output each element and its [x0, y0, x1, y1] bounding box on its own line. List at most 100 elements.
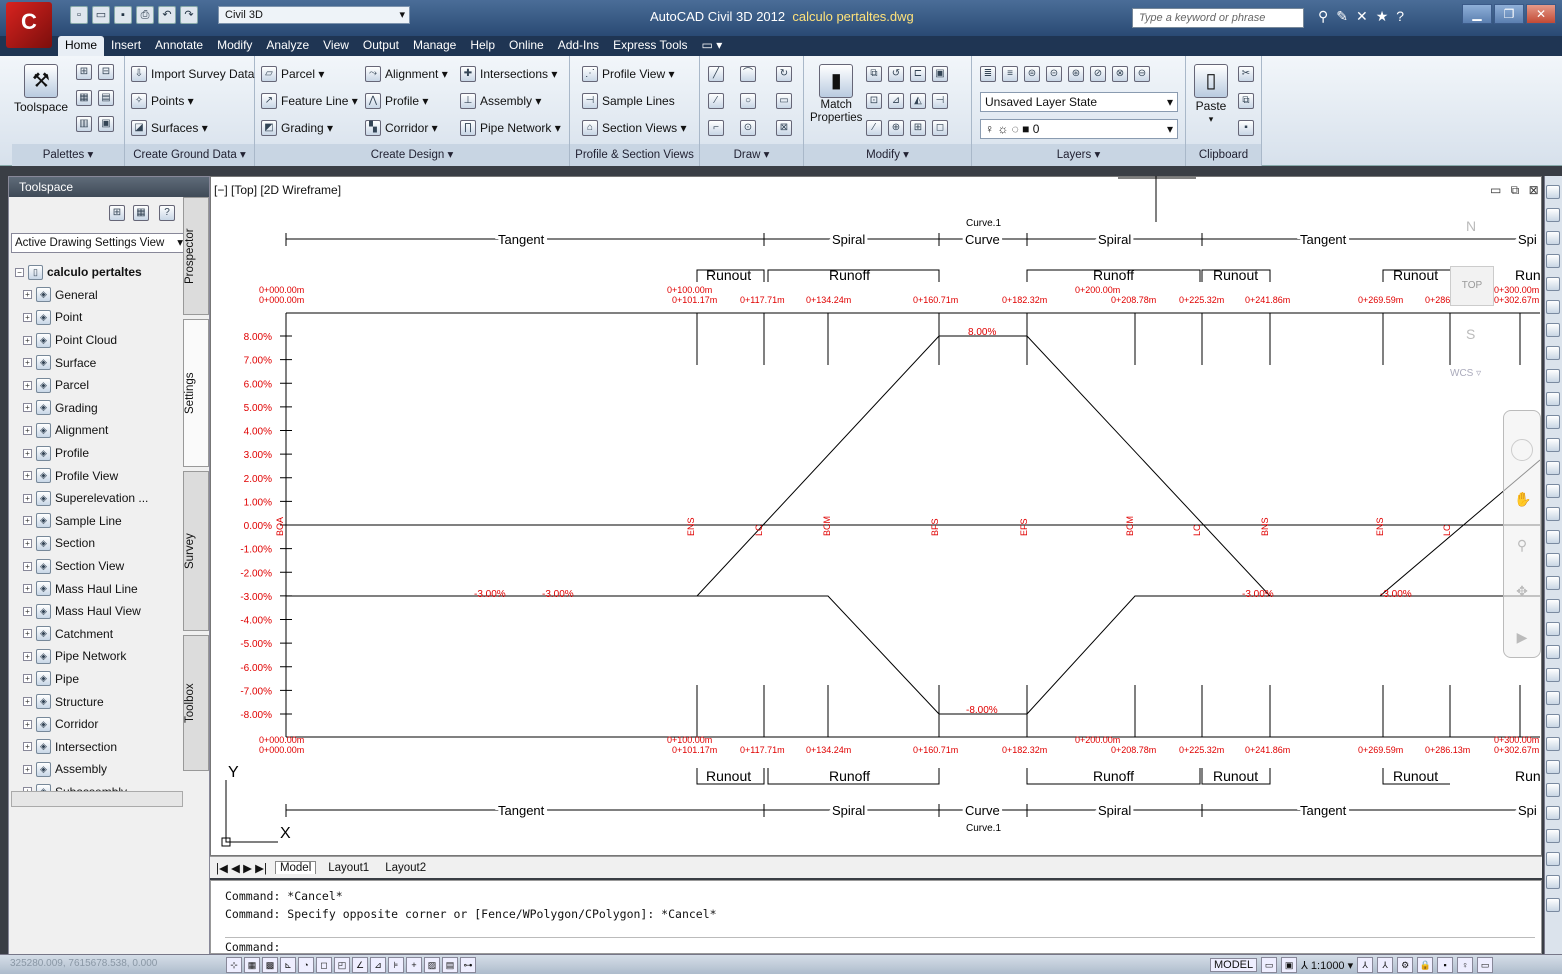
expand-icon[interactable]: + — [23, 290, 32, 300]
expand-icon[interactable]: + — [23, 742, 32, 752]
tree-item[interactable]: + ◈ Assembly — [15, 758, 185, 781]
profile-section-views-title[interactable]: Profile & Section Views — [570, 144, 699, 166]
tree-item[interactable]: + ◈ Profile View — [15, 464, 185, 487]
mirror-icon[interactable]: ⊿ — [888, 93, 904, 109]
tree-item[interactable]: + ◈ Parcel — [15, 374, 185, 397]
tree-item[interactable]: + ◈ Mass Haul View — [15, 600, 185, 623]
tree-item[interactable]: + ◈ Section View — [15, 555, 185, 578]
rotate-icon[interactable]: ↺ — [888, 66, 904, 82]
infer-constraints-icon[interactable]: ⊹ — [226, 957, 242, 973]
tool-icon[interactable] — [1546, 875, 1560, 889]
copy-icon[interactable]: ⧉ — [866, 66, 882, 82]
tab-toolbox[interactable]: Toolbox — [183, 635, 209, 771]
tab-layout2[interactable]: Layout2 — [381, 862, 430, 874]
view-cube[interactable]: N TOP S WCS ▿ — [1440, 210, 1532, 390]
tool-icon[interactable] — [1546, 369, 1560, 383]
arc-icon[interactable]: ⌒ — [740, 66, 756, 82]
layer-properties-icon[interactable]: ≣ — [980, 66, 996, 82]
tool-icon[interactable] — [1546, 760, 1560, 774]
tree-item[interactable]: + ◈ Intersection — [15, 735, 185, 758]
expand-icon[interactable]: + — [23, 629, 32, 639]
tool-palette-icon[interactable]: ▦ — [76, 90, 92, 106]
corridor-button[interactable]: ▚ Corridor ▾ — [365, 120, 438, 136]
tool-icon[interactable] — [1546, 484, 1560, 498]
polyline-icon[interactable]: ⌐ — [708, 120, 724, 136]
tool-icon[interactable] — [1546, 668, 1560, 682]
paste-button[interactable]: ▯ Paste ▾ — [1194, 64, 1228, 125]
wcs-menu[interactable]: WCS ▿ — [1450, 368, 1481, 379]
collapse-icon[interactable]: − — [15, 267, 24, 277]
layer-palette-icon[interactable]: ▥ — [76, 116, 92, 132]
viewcube-south[interactable]: S — [1466, 326, 1475, 342]
layer-isolate-icon[interactable]: ⊜ — [1024, 66, 1040, 82]
array-icon[interactable]: ▣ — [932, 66, 948, 82]
tab-online[interactable]: Online — [502, 36, 551, 56]
ellipse-icon[interactable]: ⊙ — [740, 120, 756, 136]
expand-icon[interactable]: + — [23, 448, 32, 458]
panorama-icon[interactable]: ▣ — [98, 116, 114, 132]
hatch-icon[interactable]: ⁄ — [708, 93, 724, 109]
layer-state-select[interactable]: Unsaved Layer State ▾ — [980, 92, 1178, 112]
favorites-icon[interactable]: ★ — [1376, 8, 1389, 25]
print-icon[interactable]: ⎙ — [136, 6, 154, 24]
tool-icon[interactable] — [1546, 254, 1560, 268]
tree-item[interactable]: + ◈ Surface — [15, 351, 185, 374]
tool-icon[interactable] — [1546, 231, 1560, 245]
viewport-window-controls[interactable]: ▭ ⧉ ⊠ — [1490, 183, 1542, 198]
tree-item[interactable]: +◈Subassembly — [15, 781, 185, 791]
tab-layout1[interactable]: Layout1 — [324, 862, 373, 874]
expand-icon[interactable]: + — [23, 538, 32, 548]
redo-icon[interactable]: ↷ — [180, 6, 198, 24]
auto-scale-icon[interactable]: ⅄ — [1377, 957, 1394, 973]
tool-icon[interactable] — [1546, 576, 1560, 590]
tree-item[interactable]: + ◈ Section — [15, 532, 185, 555]
current-layer-select[interactable]: ♀ ☼ ◌ ■ 0 ▾ — [980, 119, 1178, 139]
profile-button[interactable]: ⋀ Profile ▾ — [365, 93, 428, 109]
section-views-button[interactable]: ⌂ Section Views ▾ — [582, 120, 687, 136]
exchange-icon[interactable]: ✕ — [1356, 8, 1368, 25]
snap-mode-icon[interactable]: ▦ — [244, 957, 260, 973]
dynamic-input-icon[interactable]: ⊧ — [388, 957, 404, 973]
coordinates-readout[interactable]: 325280.009, 7615678.538, 0.000 — [10, 958, 157, 969]
tool-icon[interactable] — [1546, 438, 1560, 452]
match-clip-icon[interactable]: ▪ — [1238, 120, 1254, 136]
binoculars-icon[interactable]: ⚲ — [1318, 8, 1328, 25]
superelevation-diagram[interactable]: Tangent Spiral Curve Spiral Tangent Spi … — [210, 176, 1542, 856]
circle-icon[interactable]: ○ — [740, 93, 756, 109]
tool-icon[interactable] — [1546, 185, 1560, 199]
rectangle-icon[interactable]: ▭ — [776, 93, 792, 109]
orbit-icon[interactable]: ✥ — [1514, 583, 1530, 599]
tab-insert[interactable]: Insert — [104, 36, 148, 56]
surfaces-button[interactable]: ◪ Surfaces ▾ — [131, 120, 208, 136]
lineweight-icon[interactable]: + — [406, 957, 422, 973]
3d-osnap-icon[interactable]: ◰ — [334, 957, 350, 973]
layer-freeze-icon[interactable]: ⊛ — [1068, 66, 1084, 82]
tool-icon[interactable] — [1546, 346, 1560, 360]
expand-icon[interactable]: + — [23, 764, 32, 774]
toolspace-button[interactable]: ⚒ Toolspace — [14, 64, 68, 114]
layer-walk-icon[interactable]: ⊗ — [1112, 66, 1128, 82]
expand-icon[interactable]: + — [23, 697, 32, 707]
application-menu-button[interactable]: C — [6, 2, 52, 48]
isolate-objects-icon[interactable]: ♀ — [1457, 957, 1474, 973]
model-space-toggle[interactable]: MODEL — [1210, 958, 1258, 972]
tab-help[interactable]: Help — [463, 36, 502, 56]
tab-addins[interactable]: Add-Ins — [551, 36, 606, 56]
tool-icon[interactable] — [1546, 208, 1560, 222]
palettes-panel-title[interactable]: Palettes ▾ — [12, 144, 124, 166]
expand-icon[interactable]: + — [23, 493, 32, 503]
undo-icon[interactable]: ↶ — [158, 6, 176, 24]
tree-item[interactable]: + ◈ Pipe — [15, 668, 185, 691]
create-design-title[interactable]: Create Design ▾ — [255, 144, 569, 166]
tool-icon[interactable] — [1546, 806, 1560, 820]
expand-icon[interactable]: + — [23, 312, 32, 322]
ortho-mode-icon[interactable]: ⊾ — [280, 957, 296, 973]
ts-help-icon[interactable]: ? — [159, 205, 175, 221]
clean-screen-icon[interactable]: ▭ — [1477, 957, 1494, 973]
zoom-icon[interactable]: ⚲ — [1514, 537, 1530, 553]
tree-item[interactable]: + ◈ Sample Line — [15, 510, 185, 533]
stretch-icon[interactable]: ⁄ — [866, 120, 882, 136]
ribbon-options-icon[interactable]: ▭ ▾ — [695, 36, 730, 56]
tree-item[interactable]: + ◈ Alignment — [15, 419, 185, 442]
tree-item[interactable]: + ◈ Pipe Network — [15, 645, 185, 668]
